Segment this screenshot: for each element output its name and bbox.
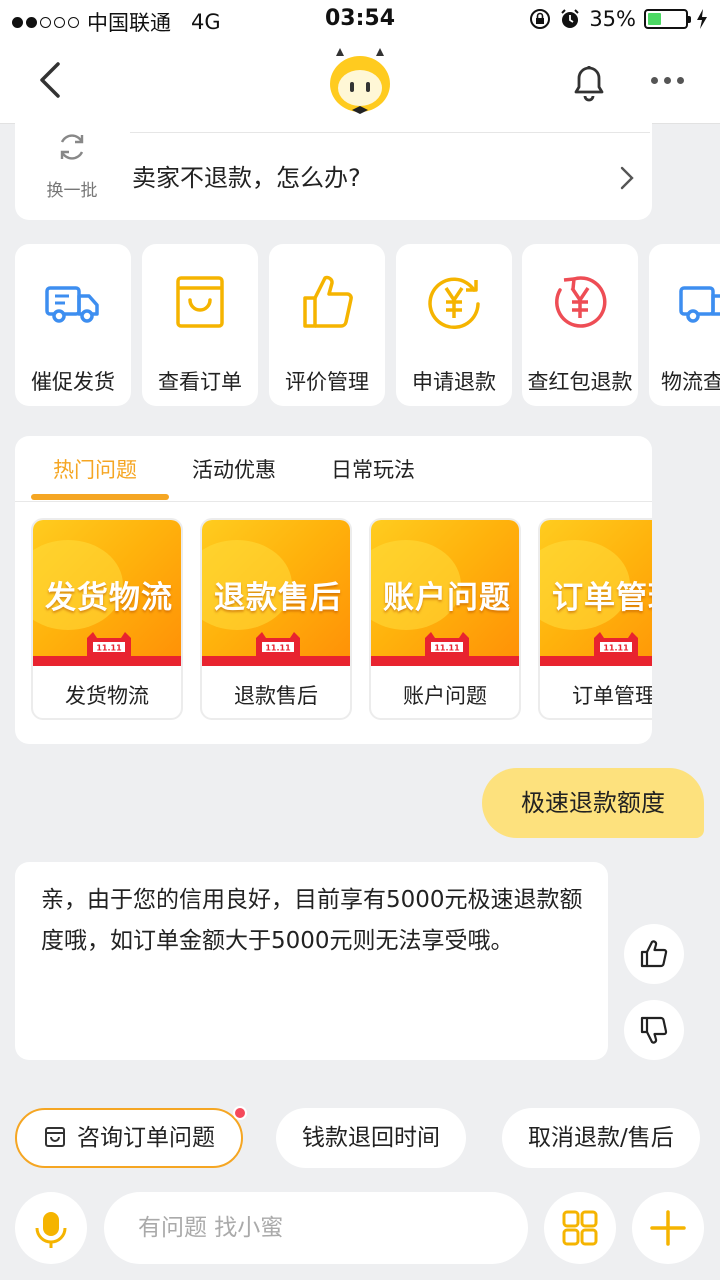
topic-card-shipping[interactable]: 发货物流 11.11 发货物流 — [31, 518, 183, 720]
mascot-logo-icon — [330, 48, 390, 114]
bell-icon[interactable] — [566, 58, 612, 104]
notification-dot — [233, 1106, 247, 1120]
tmall-double-eleven-logo-icon: 11.11 — [425, 632, 469, 656]
tmall-double-eleven-logo-icon: 11.11 — [256, 632, 300, 656]
shortcut-review-management[interactable]: 评价管理 — [269, 244, 385, 406]
shortcut-label: 查看订单 — [158, 370, 242, 394]
voice-input-button[interactable] — [15, 1192, 87, 1264]
refresh-batch-label: 换一批 — [46, 181, 98, 201]
status-bar: 中国联通 4G 03:54 35% — [0, 0, 720, 40]
tab-promotions[interactable]: 活动优惠 — [192, 454, 276, 484]
topics-card: 热门问题 活动优惠 日常玩法 发货物流 11.11 发货物流 退款售后 11.1… — [15, 436, 652, 744]
battery-percent: 35% — [589, 7, 636, 31]
tmall-double-eleven-logo-icon: 11.11 — [594, 632, 638, 656]
topic-caption: 订单管理 — [572, 684, 652, 708]
chip-label: 钱款退回时间 — [302, 1125, 440, 1151]
topic-card-account[interactable]: 账户问题 11.11 账户问题 — [369, 518, 521, 720]
tab-hot-questions[interactable]: 热门问题 — [53, 454, 137, 484]
rotation-lock-icon — [530, 9, 551, 29]
chip-label: 咨询订单问题 — [77, 1125, 215, 1151]
red-envelope-refund-icon — [555, 276, 607, 328]
bot-reply-bubble: 亲，由于您的信用良好，目前享有5000元极速退款额度哦，如订单金额大于5000元… — [15, 862, 608, 1060]
shortcut-label: 物流查 — [661, 370, 720, 394]
chip-label: 取消退款/售后 — [528, 1125, 674, 1151]
shortcut-label: 查红包退款 — [527, 370, 633, 394]
svg-text:11.11: 11.11 — [434, 644, 460, 653]
shortcut-urge-shipping[interactable]: 催促发货 — [15, 244, 131, 406]
microphone-icon — [35, 1212, 67, 1248]
add-button[interactable] — [632, 1192, 704, 1264]
topic-card-orders[interactable]: 订单管理 11.11 订单管理 — [538, 518, 652, 720]
chevron-right-icon — [620, 166, 634, 190]
input-bar: 有问题 找小蜜 — [0, 1180, 720, 1280]
topic-banner: 账户问题 11.11 — [371, 520, 519, 666]
alarm-icon — [561, 9, 580, 28]
shortcut-label: 评价管理 — [285, 370, 369, 394]
shortcut-red-envelope-refund[interactable]: 查红包退款 — [522, 244, 638, 406]
dislike-button[interactable] — [624, 1000, 684, 1060]
topic-caption: 发货物流 — [65, 684, 149, 708]
shortcut-apply-refund[interactable]: 申请退款 — [396, 244, 512, 406]
chip-order-inquiry[interactable]: 咨询订单问题 — [15, 1106, 247, 1168]
topic-banner-title: 账户问题 — [383, 580, 511, 616]
topic-banner: 订单管理 11.11 — [540, 520, 652, 666]
refresh-batch-button[interactable]: 换一批 — [33, 130, 111, 210]
shortcut-label: 催促发货 — [31, 370, 115, 394]
plus-icon — [650, 1210, 686, 1246]
topic-banner: 发货物流 11.11 — [33, 520, 181, 666]
apps-grid-button[interactable] — [544, 1192, 616, 1264]
back-arrow-icon[interactable] — [30, 58, 74, 102]
chip-cancel-refund[interactable]: 取消退款/售后 — [502, 1108, 700, 1168]
topic-card-refund[interactable]: 退款售后 11.11 退款售后 — [200, 518, 352, 720]
refresh-icon — [60, 134, 84, 160]
more-options-icon[interactable] — [644, 60, 690, 100]
suggested-question-card: 换一批 卖家不退款，怎么办? — [15, 118, 652, 220]
like-button[interactable] — [624, 924, 684, 984]
svg-text:11.11: 11.11 — [265, 644, 291, 653]
grid-icon — [562, 1210, 598, 1246]
topic-banner-title: 订单管理 — [552, 580, 652, 616]
shortcut-view-orders[interactable]: 查看订单 — [142, 244, 258, 406]
shopping-bag-icon — [176, 276, 224, 328]
topic-banner: 退款售后 11.11 — [202, 520, 350, 666]
shortcut-logistics[interactable]: 物流查 — [649, 244, 720, 406]
topic-banner-title: 退款售后 — [214, 580, 342, 616]
active-tab-indicator — [31, 494, 169, 500]
charging-bolt-icon — [697, 9, 707, 29]
thumbs-up-icon — [640, 940, 668, 968]
truck-icon — [679, 286, 720, 323]
topic-banner-title: 发货物流 — [45, 580, 173, 616]
thumbs-down-icon — [640, 1016, 668, 1044]
thumbs-up-icon — [303, 275, 353, 328]
user-message-bubble: 极速退款额度 — [482, 768, 704, 838]
topic-tabs: 热门问题 活动优惠 日常玩法 — [15, 436, 652, 502]
truck-icon — [45, 286, 99, 323]
divider — [130, 132, 650, 133]
topic-caption: 退款售后 — [234, 684, 318, 708]
topic-card-strip: 发货物流 11.11 发货物流 退款售后 11.11 退款售后 账户问题 11.… — [31, 518, 652, 724]
tab-daily-tips[interactable]: 日常玩法 — [331, 454, 415, 484]
suggested-question[interactable]: 卖家不退款，怎么办? — [132, 158, 361, 193]
topic-caption: 账户问题 — [403, 684, 487, 708]
nav-bar — [0, 40, 720, 124]
order-box-icon — [45, 1126, 65, 1147]
tmall-double-eleven-logo-icon: 11.11 — [87, 632, 131, 656]
yuan-refund-icon — [428, 277, 480, 330]
svg-text:11.11: 11.11 — [96, 644, 122, 653]
svg-text:11.11: 11.11 — [603, 644, 629, 653]
quick-reply-chips: 咨询订单问题 钱款退回时间 取消退款/售后 — [0, 1100, 720, 1176]
battery-icon — [644, 9, 691, 29]
message-input[interactable]: 有问题 找小蜜 — [104, 1192, 528, 1264]
chip-refund-time[interactable]: 钱款退回时间 — [276, 1108, 466, 1168]
shortcut-label: 申请退款 — [412, 370, 496, 394]
